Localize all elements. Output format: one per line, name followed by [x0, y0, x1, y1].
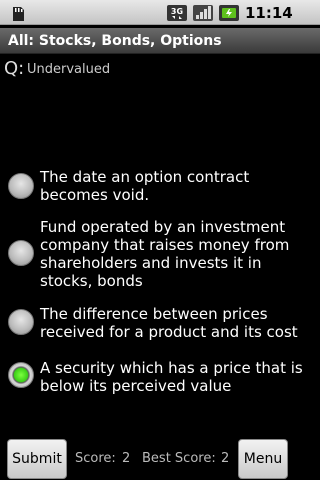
- option-4[interactable]: A security which has a price that is bel…: [0, 359, 320, 399]
- score-label: Score:: [75, 451, 116, 466]
- battery-charging-icon: [218, 4, 240, 22]
- option-2[interactable]: Fund operated by an investment company t…: [0, 218, 320, 294]
- status-bar: 3G 11:14 AM: [0, 0, 320, 42]
- option-text: The date an option contract becomes void…: [40, 168, 250, 204]
- radio-button[interactable]: [8, 173, 34, 199]
- page-title: All: Stocks, Bonds, Options: [8, 33, 222, 49]
- signal-strength-icon: [192, 4, 214, 22]
- radio-button-selected[interactable]: [8, 362, 34, 388]
- question-prefix: Q:: [4, 58, 25, 79]
- question-text: Undervalued: [27, 62, 111, 77]
- score-value: 2: [122, 451, 131, 466]
- title-bar: All: Stocks, Bonds, Options: [0, 28, 320, 54]
- svg-text:3G: 3G: [171, 7, 183, 16]
- submit-button[interactable]: Submit: [7, 439, 67, 479]
- option-1[interactable]: The date an option contract becomes void…: [0, 168, 320, 208]
- sd-card-icon: [10, 6, 26, 22]
- status-clock: 11:14 AM: [245, 4, 293, 42]
- best-score-label: Best Score:: [142, 451, 216, 466]
- option-text: The difference between prices received f…: [40, 305, 298, 341]
- option-text: A security which has a price that is bel…: [40, 359, 303, 395]
- radio-button[interactable]: [8, 309, 34, 335]
- 3g-network-icon: 3G: [166, 4, 188, 22]
- best-score-value: 2: [221, 451, 230, 466]
- option-3[interactable]: The difference between prices received f…: [0, 305, 320, 345]
- option-text: Fund operated by an investment company t…: [40, 218, 290, 290]
- menu-button[interactable]: Menu: [238, 439, 288, 479]
- radio-button[interactable]: [8, 240, 34, 266]
